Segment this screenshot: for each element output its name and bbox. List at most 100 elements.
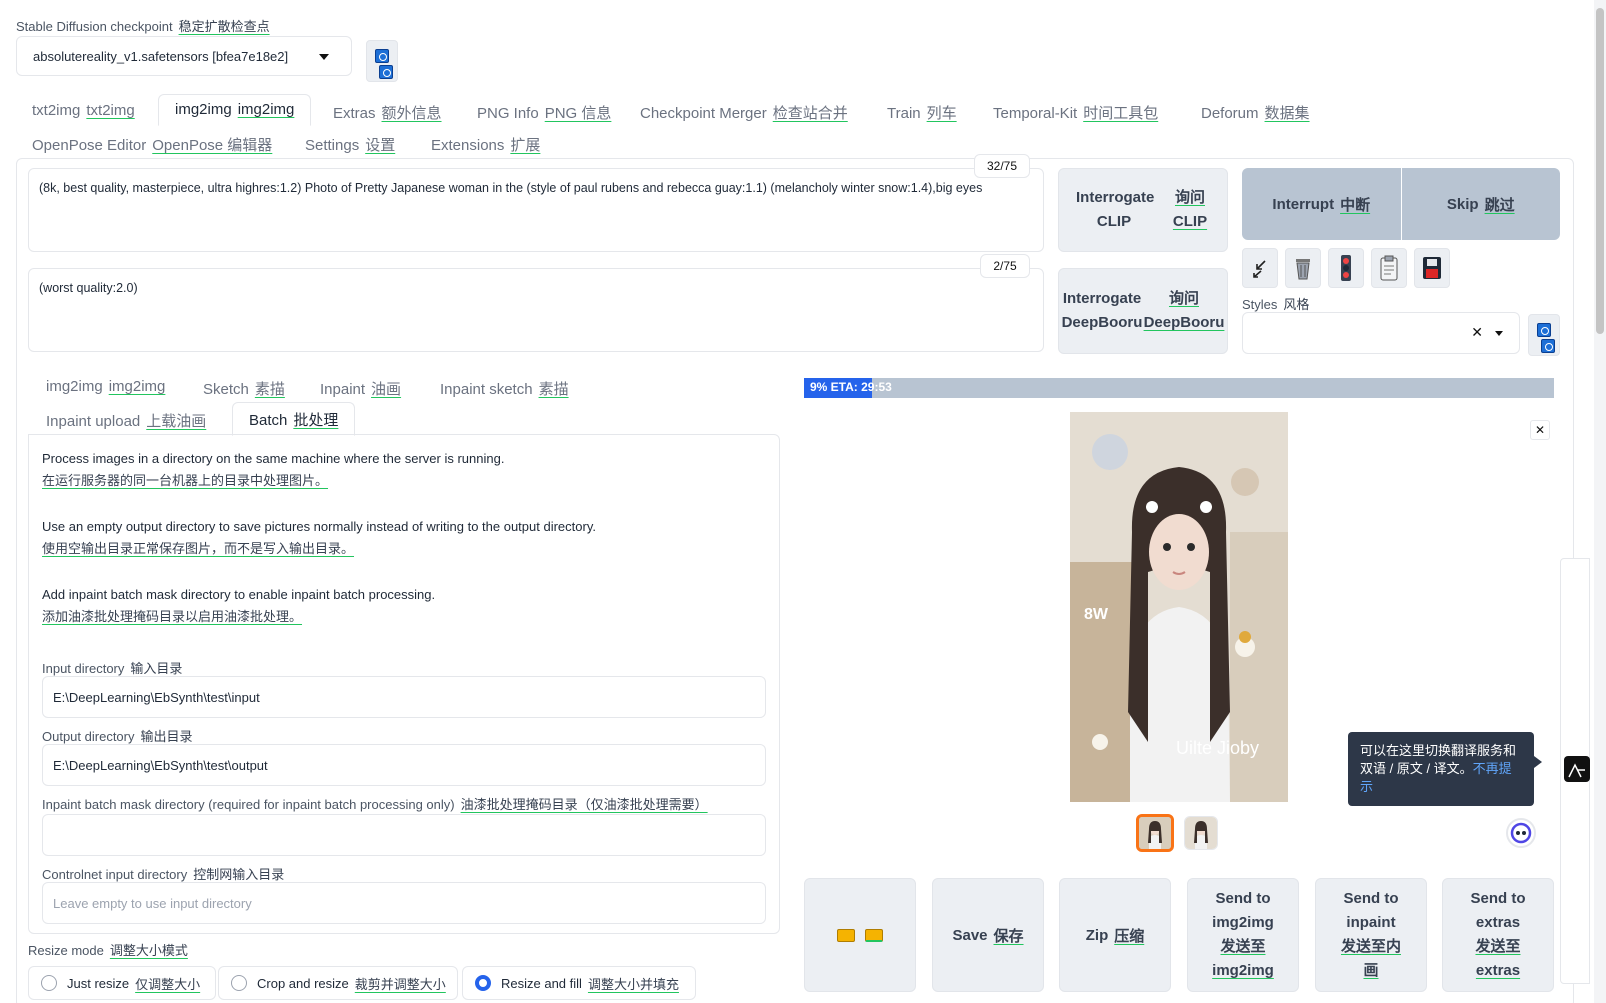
tab-label: img2img [175,101,232,118]
negative-prompt-textarea[interactable]: (worst quality:2.0) [28,268,1044,352]
generated-image[interactable]: 8W Uilte Jioby [1070,412,1288,802]
progress-text: 9% ETA: 29:53 [810,380,892,394]
checkpoint-value: absolutereality_v1.safetensors [bfea7e18… [33,48,289,64]
refresh-styles-button[interactable] [1528,314,1560,356]
subtab-inpaint-sketch[interactable]: Inpaint sketch 素描 [440,378,569,399]
output-directory-label: Output directory 输出目录 [42,726,193,745]
radio-dot [41,975,57,991]
tab-deforum[interactable]: Deforum 数据集 [1201,102,1310,123]
refresh-icon [1541,339,1555,353]
radio-just-resize[interactable]: Just resize 仅调整大小 [28,966,216,1000]
tab-label: Sketch [203,381,249,398]
chevron-down-icon [1495,331,1503,336]
output-directory-value: E:\DeepLearning\EbSynth\test\output [53,757,268,773]
tab-label: Settings [305,137,360,154]
translate-toggle-icon[interactable] [1564,756,1590,782]
save-label-cn: 保存 [993,927,1024,945]
styles-select[interactable]: ✕ [1242,312,1520,354]
interrupt-button[interactable]: Interrupt 中断 [1242,168,1402,240]
send-to-inpaint-button[interactable]: Send to inpaint 发送至内画 [1315,878,1427,992]
skip-button[interactable]: Skip 跳过 [1402,168,1561,240]
label-en: Resize mode [28,943,104,958]
radio-dot-selected [475,975,491,991]
negative-prompt-token-counter: 2/75 [980,254,1030,278]
radio-resize-and-fill[interactable]: Resize and fill 调整大小并填充 [462,966,696,1000]
subtab-inpaint[interactable]: Inpaint 油画 [320,378,401,399]
tab-label: img2img [46,378,103,395]
tab-label: Batch [249,412,288,429]
refresh-icon [375,49,389,63]
subtab-sketch[interactable]: Sketch 素描 [203,378,285,399]
image-watermark-left: 8W [1084,606,1108,623]
clear-icon[interactable]: ✕ [1471,324,1483,341]
batch-desc1: Process images in a directory on the sam… [42,451,505,466]
checkpoint-select[interactable]: absolutereality_v1.safetensors [bfea7e18… [16,36,352,76]
apply-style-button[interactable] [1371,248,1407,288]
label-cn: 输出目录 [140,729,193,744]
tab-txt2img[interactable]: txt2img txt2img [32,102,135,119]
read-params-button[interactable] [1242,248,1278,288]
radio-label-cn: 调整大小并填充 [587,976,679,992]
interrogate-deepbooru-label-cn: 询问 DeepBooru [1143,290,1225,331]
send-to-img2img-button[interactable]: Send to img2img 发送至 img2img [1187,878,1299,992]
tab-label: Deforum [1201,105,1259,122]
checkpoint-label-en: Stable Diffusion checkpoint [16,19,173,34]
tab-label-cn: 扩展 [510,137,541,154]
tab-img2img[interactable]: img2img img2img [158,94,312,126]
tab-label-cn: 检查站合并 [772,105,848,122]
tab-label: Extensions [431,137,505,154]
interrogate-clip-button[interactable]: Interrogate CLIP 询问 CLIP [1058,168,1228,252]
radio-dot [231,975,247,991]
tab-label-cn: img2img [108,378,166,395]
subtab-batch[interactable]: Batch 批处理 [232,402,356,436]
controlnet-directory-field[interactable]: Leave empty to use input directory [42,882,766,924]
tab-png-info[interactable]: PNG Info PNG 信息 [477,102,611,123]
interrogate-deepbooru-button[interactable]: Interrogate DeepBooru 询问 DeepBooru [1058,268,1228,354]
tab-openpose-editor[interactable]: OpenPose Editor OpenPose 编辑器 [32,134,272,155]
output-directory-field[interactable]: E:\DeepLearning\EbSynth\test\output [42,744,766,786]
tab-label: Inpaint [320,381,366,398]
mask-directory-label: Inpaint batch mask directory (required f… [42,794,708,813]
prompt-textarea[interactable]: (8k, best quality, masterpiece, ultra hi… [28,168,1044,252]
scrollbar-track[interactable] [1594,0,1606,1003]
clear-prompt-button[interactable] [1285,248,1321,288]
assistant-icon[interactable] [1506,818,1536,848]
traffic-light-icon [1341,255,1351,281]
zip-button[interactable]: Zip 压缩 [1059,878,1171,992]
label-cn: 控制网输入目录 [193,867,285,882]
thumbnail[interactable] [1184,816,1218,850]
tab-temporal-kit[interactable]: Temporal-Kit 时间工具包 [993,102,1158,123]
tab-checkpoint-merger[interactable]: Checkpoint Merger 检查站合并 [640,102,848,123]
chevron-down-icon [319,54,329,60]
tab-label: Temporal-Kit [993,105,1078,122]
subtab-inpaint-upload[interactable]: Inpaint upload 上载油画 [46,410,206,431]
folder-icon [837,928,855,942]
input-directory-field[interactable]: E:\DeepLearning\EbSynth\test\input [42,676,766,718]
open-folder-button[interactable] [804,878,916,992]
thumbnail-selected[interactable] [1136,814,1174,852]
tab-extensions[interactable]: Extensions 扩展 [431,134,540,155]
subtab-img2img[interactable]: img2img img2img [46,378,165,395]
tab-label-cn: 列车 [926,105,957,122]
radio-crop-and-resize[interactable]: Crop and resize 裁剪并调整大小 [218,966,458,1000]
tab-label: Inpaint upload [46,413,141,430]
tab-settings[interactable]: Settings 设置 [305,134,395,155]
save-style-button[interactable] [1414,248,1450,288]
label-cn: 输入目录 [130,661,183,676]
send-to-extras-button[interactable]: Send to extras 发送至 extras [1442,878,1554,992]
save-button[interactable]: Save 保存 [932,878,1044,992]
tab-extras[interactable]: Extras 额外信息 [333,102,442,123]
close-icon[interactable]: ✕ [1530,420,1550,440]
interrupt-skip-group: Interrupt 中断 Skip 跳过 [1242,168,1560,240]
controlnet-placeholder: Leave empty to use input directory [53,895,252,911]
refresh-checkpoint-button[interactable] [366,40,398,82]
tooltip-arrow [1534,756,1542,768]
batch-desc2-cn: 使用空输出目录正常保存图片，而不是写入输出目录。 [42,541,355,556]
tab-label-cn: PNG 信息 [544,105,612,122]
mask-directory-field[interactable] [42,814,766,856]
tab-train[interactable]: Train 列车 [887,102,957,123]
zip-label-cn: 压缩 [1114,927,1145,945]
scrollbar-thumb[interactable] [1596,8,1604,334]
show-extra-networks-button[interactable] [1328,248,1364,288]
styles-label-cn: 风格 [1283,297,1310,312]
